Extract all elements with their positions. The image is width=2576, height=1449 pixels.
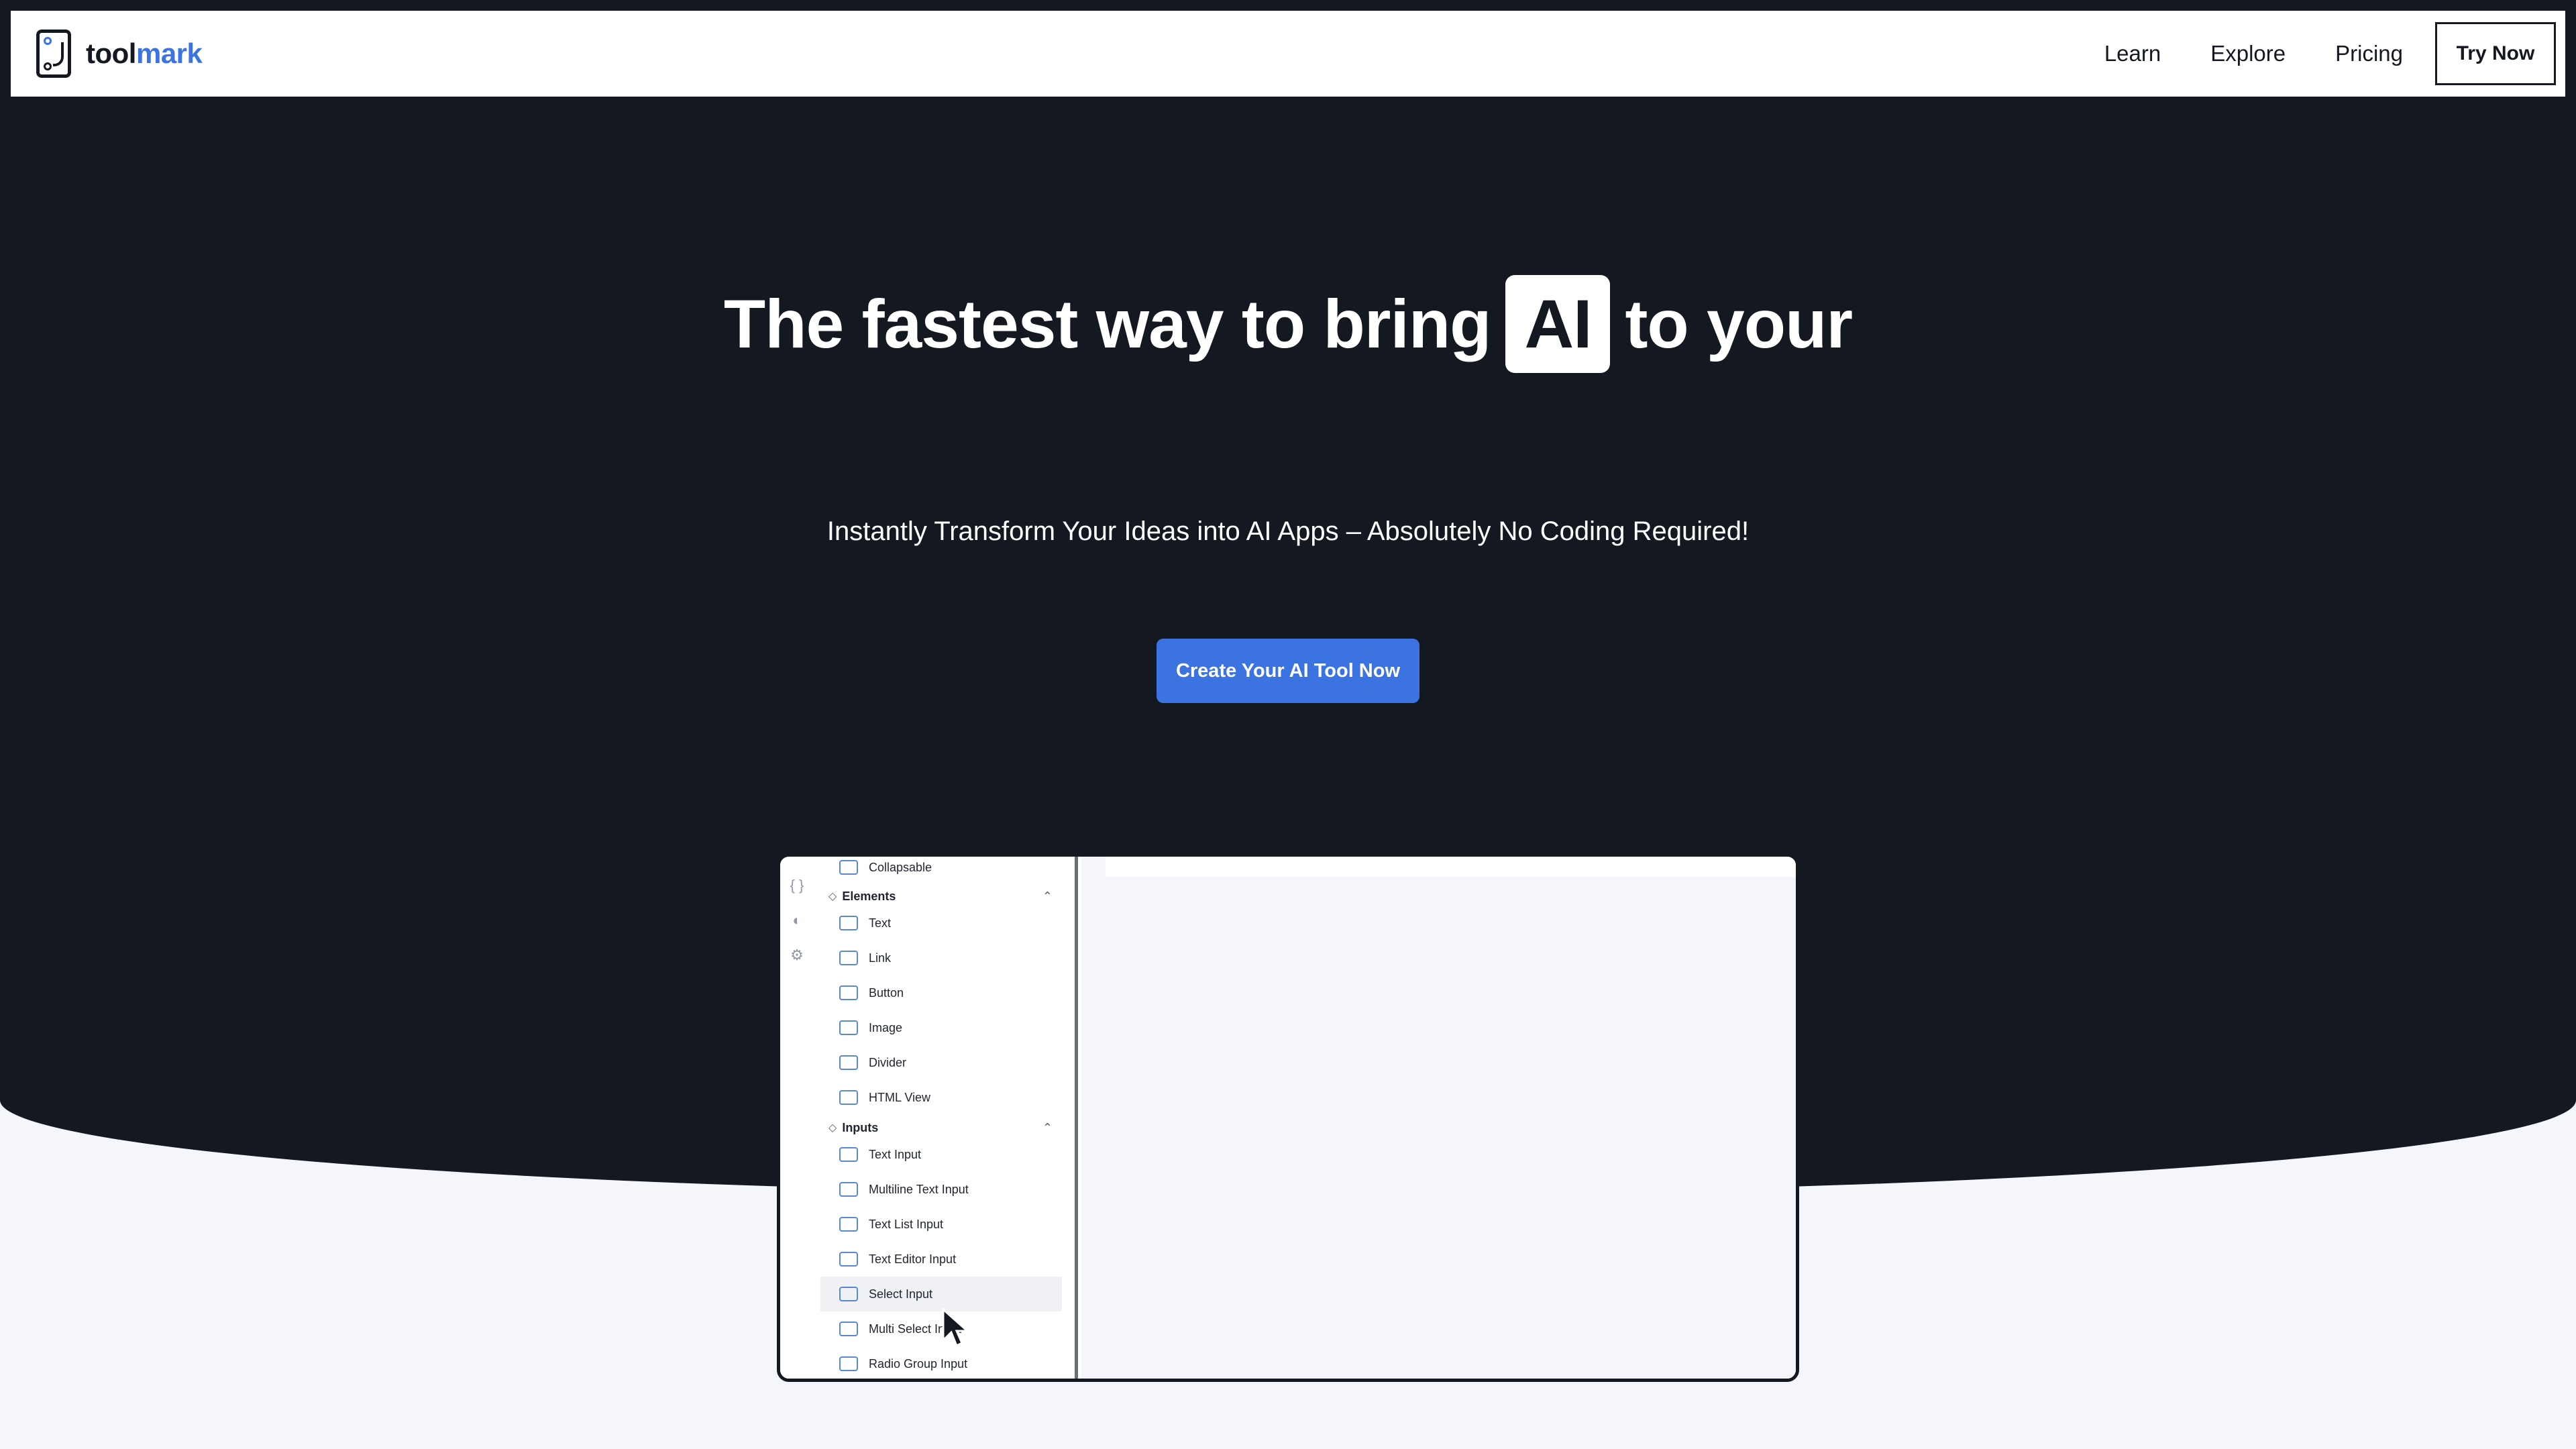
hero-title-after: to your [1625,285,1853,362]
divider-icon [839,1055,858,1070]
panel-row-label: Divider [869,1055,907,1069]
nav-link-learn[interactable]: Learn [2104,41,2161,66]
collapsable-icon [839,860,858,875]
preview-canvas [1081,857,1796,1379]
canvas-top-bar [1106,857,1796,877]
hero-title-before: The fastest way to bring [723,285,1492,362]
code-icon [839,1090,858,1105]
elements-icon: ◇ [828,891,837,902]
panel-row-label: Link [869,951,892,965]
chevron-up-icon[interactable]: ⌃ [1042,1121,1053,1135]
panel-component-item[interactable]: Select Input [820,1277,1062,1311]
component-panel: Collapsable ◇ Elements ⌃ Text Link Button Image… [820,857,1078,1379]
text-input-icon [839,1147,858,1162]
nav-links: Learn Explore Pricing Try Now [2104,22,2565,85]
hero-title-highlight: AI [1505,275,1611,373]
select-input-icon [839,1287,858,1301]
hero-subtitle: Instantly Transform Your Ideas into AI A… [826,517,1750,546]
panel-component-item[interactable]: Divider [820,1045,1062,1080]
panel-component-item[interactable]: Button [820,975,1062,1010]
logo[interactable]: toolmark [36,30,203,78]
panel-component-item[interactable]: Multi Select Input [820,1311,1062,1346]
text-editor-icon [839,1252,858,1267]
panel-component-item[interactable]: Text Input [820,1137,1062,1172]
inputs-icon: ◇ [828,1122,837,1134]
nav-link-pricing[interactable]: Pricing [2335,41,2403,66]
panel-row-label: Elements [842,889,896,903]
text-list-icon [839,1217,858,1232]
multiline-input-icon [839,1182,858,1197]
preview-icon-rail: { } ◐ ⚙ [780,857,820,1379]
panel-component-item[interactable]: Multiline Text Input [820,1172,1062,1207]
panel-row-label: Image [869,1020,903,1034]
panel-row-label: Collapsable [869,860,932,874]
panel-component-item[interactable]: Text [820,906,1062,941]
palette-icon[interactable]: ◐ [788,912,806,929]
panel-row-label: Button [869,985,904,1000]
gear-icon[interactable]: ⚙ [788,947,806,964]
panel-component-item[interactable]: Text List Input [820,1207,1062,1242]
panel-row-label: Text Input [869,1147,922,1161]
logo-text-suffix: mark [136,38,203,69]
nav-link-explore[interactable]: Explore [2210,41,2286,66]
panel-row-label: Multiline Text Input [869,1182,969,1196]
panel-row-label: HTML View [869,1090,931,1104]
try-now-button[interactable]: Try Now [2435,22,2556,85]
panel-component-item[interactable]: Link [820,941,1062,975]
panel-row-label: Radio Group Input [869,1356,968,1371]
hero-title: The fastest way to bring AI to your [0,275,2576,373]
link-icon [839,951,858,965]
top-navbar: toolmark Learn Explore Pricing Try Now [11,11,2565,97]
logo-text-prefix: tool [86,38,136,69]
panel-row-label: Text List Input [869,1217,944,1231]
app-preview-window: { } ◐ ⚙ Collapsable ◇ Elements ⌃ Text Link But… [777,853,1799,1382]
multi-select-icon [839,1322,858,1336]
panel-component-item[interactable]: Text Editor Input [820,1242,1062,1277]
button-icon [839,985,858,1000]
toolmark-logo-icon [36,30,71,78]
panel-row-label: Text [869,916,892,930]
panel-component-item[interactable]: Image [820,1010,1062,1045]
code-braces-icon[interactable]: { } [788,877,806,894]
panel-row-label: Text Editor Input [869,1252,957,1266]
panel-component-item[interactable]: Radio Group Input [820,1346,1062,1379]
radio-group-icon [839,1356,858,1371]
text-icon [839,916,858,930]
image-icon [839,1020,858,1035]
panel-row-label: Select Input [869,1287,933,1301]
create-ai-tool-button[interactable]: Create Your AI Tool Now [1157,639,1419,703]
logo-text: toolmark [86,38,203,70]
panel-row-label: Inputs [842,1120,879,1134]
chevron-up-icon[interactable]: ⌃ [1042,890,1053,904]
